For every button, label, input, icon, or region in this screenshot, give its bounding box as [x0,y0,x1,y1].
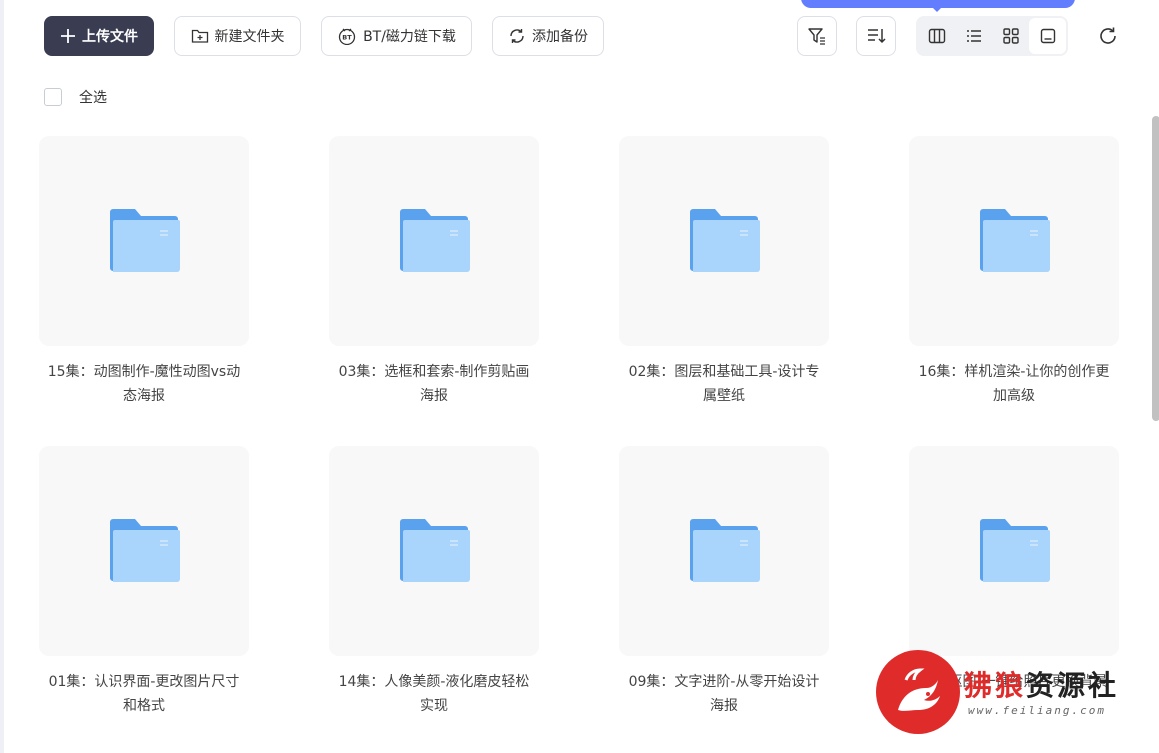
folder-title[interactable]: 09集：文字进阶-从零开始设计海报 [619,670,829,718]
folder-thumbnail[interactable] [619,136,829,346]
folder-icon [690,519,760,582]
watermark-brand-black: 资源社 [1026,669,1120,702]
folder-title[interactable]: 01集：认识界面-更改图片尺寸和格式 [39,670,249,718]
view-columns-option[interactable] [918,18,955,54]
watermark: 狒狼资源社 www.feiliang.com [876,648,1138,738]
folder-icon [400,519,470,582]
watermark-brand-red: 狒狼 [964,669,1027,702]
view-mode-switch [916,16,1068,56]
folder-title[interactable]: 16集：样机渲染-让你的创作更加高级 [909,360,1119,408]
folder-icon [110,519,180,582]
folder-title[interactable]: 03集：选框和套索-制作剪贴画海报 [329,360,539,408]
folder-thumbnail[interactable] [619,446,829,656]
scrollbar-thumb[interactable] [1152,116,1159,421]
folder-thumbnail[interactable] [909,136,1119,346]
view-grid-option[interactable] [992,18,1029,54]
sync-icon [510,29,524,43]
sort-button[interactable] [856,16,896,56]
view-list-option[interactable] [955,18,992,54]
select-all-label: 全选 [79,90,107,106]
folder-thumbnail[interactable] [329,446,539,656]
folder-card[interactable]: 01集：认识界面-更改图片尺寸和格式 [39,446,249,718]
bt-magnet-icon: BT [338,28,356,45]
refresh-icon [1100,27,1116,44]
folder-icon [690,209,760,272]
folder-card[interactable]: 14集：人像美颜-液化磨皮轻松实现 [329,446,539,718]
watermark-brand: 狒狼资源社 [964,664,1119,704]
columns-icon [928,28,945,44]
folder-card[interactable]: 15集：动图制作-魔性动图vs动态海报 [39,136,249,408]
select-all-checkbox[interactable] [44,88,62,106]
thumbnail-icon [1040,28,1055,44]
bt-download-label: BT/磁力链下载 [363,29,456,45]
dragon-head-icon [898,668,940,711]
watermark-url: www.feiliang.com [968,704,1106,717]
list-icon [966,30,981,42]
folder-thumbnail[interactable] [39,446,249,656]
folder-icon [400,209,470,272]
svg-text:BT: BT [342,34,352,42]
sort-icon [868,29,886,44]
view-thumbnail-option[interactable] [1029,18,1066,54]
filter-button[interactable] [797,16,837,56]
folder-title[interactable]: 14集：人像美颜-液化磨皮轻松实现 [329,670,539,718]
plus-icon [61,29,75,43]
folder-card[interactable]: 02集：图层和基础工具-设计专属壁纸 [619,136,829,408]
tooltip-tail [931,6,943,12]
new-folder-button[interactable]: 新建文件夹 [174,16,301,56]
folder-icon [980,209,1050,272]
add-backup-button[interactable]: 添加备份 [492,16,604,56]
upload-button-label: 上传文件 [82,29,138,45]
filter-icon [808,28,825,45]
folder-icon [980,519,1050,582]
watermark-logo [876,650,960,734]
folder-card[interactable]: 09集：文字进阶-从零开始设计海报 [619,446,829,718]
grid-icon [1002,28,1019,44]
folder-plus-icon [191,29,208,43]
new-folder-label: 新建文件夹 [214,29,285,45]
file-browser-panel: 上传文件 新建文件夹 BT BT/磁力链下载 添加备份 全选 15集：动图制作-… [0,0,1159,753]
folder-icon [110,209,180,272]
folder-card[interactable]: 16集：样机渲染-让你的创作更加高级 [909,136,1119,408]
add-backup-label: 添加备份 [532,29,588,45]
folder-title[interactable]: 02集：图层和基础工具-设计专属壁纸 [619,360,829,408]
folder-thumbnail[interactable] [329,136,539,346]
upload-button[interactable]: 上传文件 [44,16,154,56]
folder-thumbnail[interactable] [909,446,1119,656]
refresh-button[interactable] [1094,22,1122,50]
folder-title[interactable]: 15集：动图制作-魔性动图vs动态海报 [39,360,249,408]
bt-download-button[interactable]: BT BT/磁力链下载 [321,16,472,56]
select-all[interactable]: 全选 [44,87,107,107]
folder-card[interactable]: 03集：选框和套索-制作剪贴画海报 [329,136,539,408]
folder-thumbnail[interactable] [39,136,249,346]
